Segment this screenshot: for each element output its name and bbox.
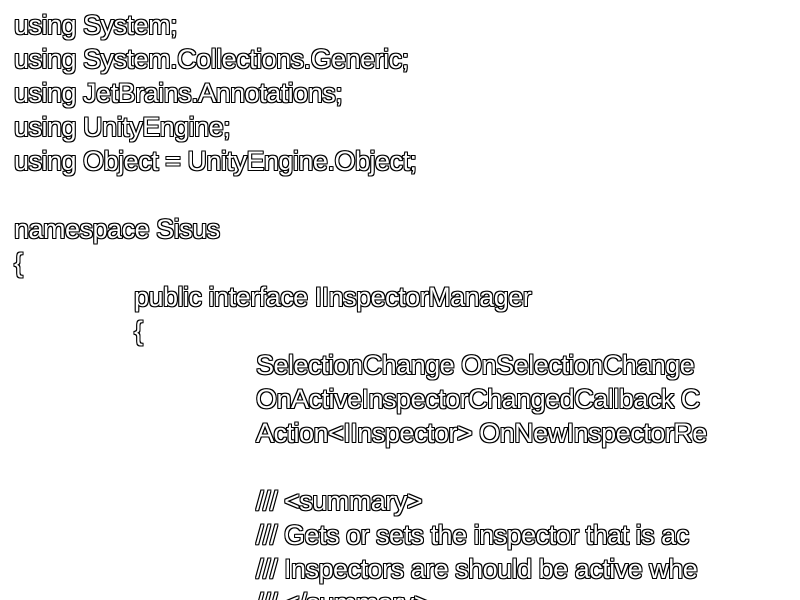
code-line-17: /// Inspectors are should be active whe [256, 554, 698, 584]
code-line-15: /// <summary> [256, 486, 423, 516]
code-line-16: /// Gets or sets the inspector that is a… [256, 520, 689, 550]
code-line-1: using System; [14, 10, 178, 40]
code-line-3: using JetBrains.Annotations; [14, 78, 343, 108]
code-view: using System; using System.Collections.G… [0, 0, 800, 600]
code-line-4: using UnityEngine; [14, 112, 231, 142]
code-line-12: OnActiveInspectorChangedCallback C [256, 384, 700, 414]
code-line-2: using System.Collections.Generic; [14, 44, 409, 74]
code-line-18: /// </summary> [256, 586, 430, 600]
code-line-10: { [134, 316, 143, 346]
code-line-13: Action<IInspector> OnNewInspectorRe [256, 418, 707, 448]
code-line-8: { [14, 248, 23, 278]
code-line-5: using Object = UnityEngine.Object; [14, 146, 417, 176]
code-line-9: public interface IInspectorManager [134, 282, 532, 312]
code-line-11: SelectionChange OnSelectionChange [256, 350, 695, 380]
code-line-7: namespace Sisus [14, 214, 220, 244]
